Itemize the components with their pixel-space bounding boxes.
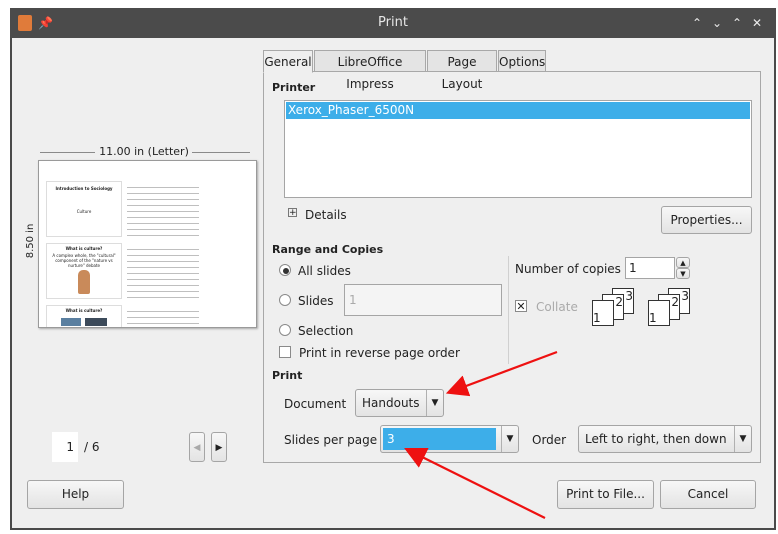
annotation-arrow (445, 350, 558, 397)
annotation-overlay (404, 350, 558, 519)
annotation-arrow (404, 447, 546, 519)
